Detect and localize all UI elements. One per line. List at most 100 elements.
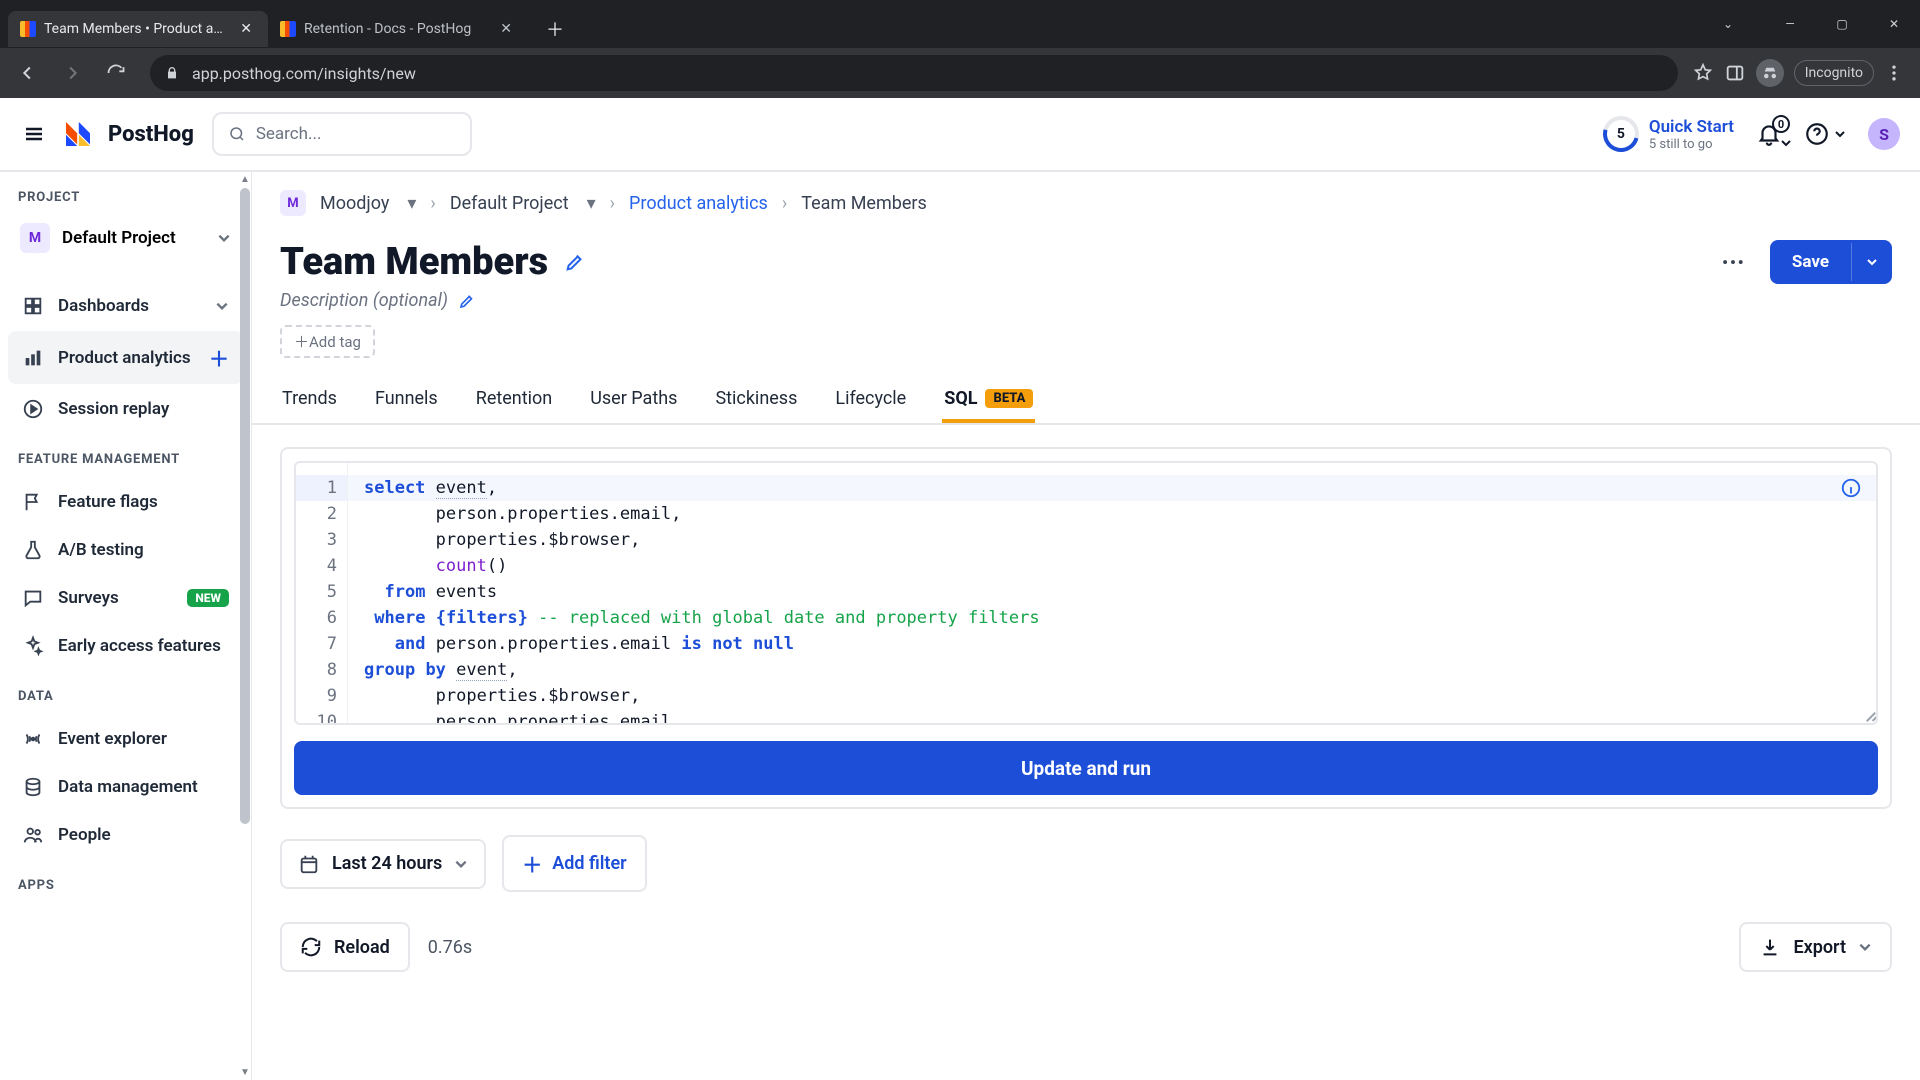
browser-toolbar: app.posthog.com/insights/new Incognito	[0, 48, 1920, 98]
reload-button[interactable]	[96, 53, 136, 93]
add-filter-button[interactable]: ＋ Add filter	[502, 835, 646, 892]
nav-scrollbar[interactable]: ▲ ▼	[239, 172, 251, 1080]
project-selector[interactable]: M Default Project	[10, 215, 241, 261]
nav-label: Surveys	[58, 588, 119, 608]
tab-label: Stickiness	[715, 388, 797, 409]
nav-event-explorer[interactable]: Event explorer	[8, 716, 243, 762]
breadcrumb-project[interactable]: Default Project	[450, 193, 569, 214]
edit-title-icon[interactable]	[564, 251, 586, 273]
posthog-logo[interactable]: PostHog	[66, 121, 194, 147]
nav-early-access[interactable]: Early access features	[8, 623, 243, 669]
close-icon[interactable]: ✕	[236, 21, 256, 37]
tab-label: Funnels	[375, 388, 438, 409]
search-icon	[228, 125, 246, 143]
minimize-icon[interactable]: —	[1764, 4, 1816, 44]
save-dropdown-icon[interactable]	[1851, 243, 1892, 281]
panel-icon[interactable]	[1724, 62, 1746, 84]
tab-funnels[interactable]: Funnels	[373, 376, 440, 423]
browser-tab-1[interactable]: Retention - Docs - PostHog ✕	[268, 11, 528, 47]
export-label: Export	[1793, 937, 1846, 958]
main-content: M Moodjoy ▾ › Default Project ▾ › Produc…	[252, 172, 1920, 1080]
incognito-pill[interactable]: Incognito	[1794, 60, 1874, 86]
new-badge: NEW	[187, 589, 229, 607]
close-window-icon[interactable]: ✕	[1868, 4, 1920, 44]
save-button[interactable]: Save	[1770, 240, 1892, 284]
nav-label: A/B testing	[58, 540, 144, 560]
info-icon[interactable]	[1840, 477, 1862, 499]
date-range-picker[interactable]: Last 24 hours	[280, 839, 486, 889]
nav-ab-testing[interactable]: A/B testing	[8, 527, 243, 573]
flag-icon	[22, 491, 44, 513]
tab-label: SQL	[944, 388, 977, 409]
nav-data-management[interactable]: Data management	[8, 764, 243, 810]
code-body[interactable]: select event, person.properties.email, p…	[348, 463, 1876, 723]
more-actions-button[interactable]: •••	[1714, 243, 1754, 281]
tab-label: User Paths	[590, 388, 677, 409]
breadcrumb: M Moodjoy ▾ › Default Project ▾ › Produc…	[252, 172, 1920, 234]
maximize-icon[interactable]: ▢	[1816, 4, 1868, 44]
tab-lifecycle[interactable]: Lifecycle	[833, 376, 908, 423]
nav-feature-flags[interactable]: Feature flags	[8, 479, 243, 525]
breadcrumb-org[interactable]: Moodjoy	[320, 193, 389, 214]
notifications-button[interactable]: 0	[1756, 121, 1782, 147]
new-tab-button[interactable]: ＋	[536, 10, 574, 48]
url-text: app.posthog.com/insights/new	[192, 64, 416, 83]
chevron-down-icon	[1780, 137, 1792, 149]
chevron-down-icon[interactable]: ▾	[587, 193, 596, 214]
nav-product-analytics[interactable]: Product analytics ＋	[8, 331, 243, 384]
nav-label: Product analytics	[58, 348, 191, 368]
browser-tab-0[interactable]: Team Members • Product analyt ✕	[8, 11, 268, 47]
project-name: Default Project	[62, 228, 176, 248]
nav-surveys[interactable]: Surveys NEW	[8, 575, 243, 621]
breadcrumb-area[interactable]: Product analytics	[629, 193, 768, 214]
window-controls: ⌄ — ▢ ✕	[1702, 0, 1920, 48]
update-and-run-button[interactable]: Update and run	[294, 741, 1878, 795]
chevron-down-icon[interactable]: ▾	[407, 193, 416, 214]
nav-people[interactable]: People	[8, 812, 243, 858]
chevron-right-icon: ›	[782, 193, 787, 214]
close-icon[interactable]: ✕	[496, 21, 516, 37]
add-tag-button[interactable]: ＋Add tag	[280, 325, 375, 358]
sparkle-icon	[22, 635, 44, 657]
search-placeholder: Search...	[256, 124, 322, 144]
nav-dashboards[interactable]: Dashboards	[8, 283, 243, 329]
nav-label: Feature flags	[58, 492, 158, 512]
app-header: PostHog Search... 5 Quick Start 5 still …	[0, 98, 1920, 172]
sql-editor-card: 1234567891011 select event, person.prope…	[280, 447, 1892, 809]
export-button[interactable]: Export	[1739, 922, 1892, 972]
tab-user-paths[interactable]: User Paths	[588, 376, 679, 423]
browser-tabstrip: Team Members • Product analyt ✕ Retentio…	[0, 0, 1920, 48]
reload-query-button[interactable]: Reload	[280, 922, 410, 972]
tab-retention[interactable]: Retention	[474, 376, 554, 423]
sql-editor[interactable]: 1234567891011 select event, person.prope…	[294, 461, 1878, 725]
tab-stickiness[interactable]: Stickiness	[713, 376, 799, 423]
section-apps-label: APPS	[0, 860, 251, 903]
menu-toggle-icon[interactable]	[20, 120, 48, 148]
description-placeholder[interactable]: Description (optional)	[280, 290, 448, 311]
tab-sql[interactable]: SQL BETA	[942, 376, 1035, 423]
chevron-down-icon	[217, 231, 231, 245]
nav-session-replay[interactable]: Session replay	[8, 386, 243, 432]
section-feature-label: FEATURE MANAGEMENT	[0, 434, 251, 477]
help-button[interactable]	[1804, 121, 1846, 147]
section-project-label: PROJECT	[0, 172, 251, 215]
incognito-icon[interactable]	[1756, 59, 1784, 87]
quickstart-progress-ring: 5	[1603, 116, 1639, 152]
address-bar[interactable]: app.posthog.com/insights/new	[150, 55, 1678, 91]
scroll-up-icon: ▲	[240, 174, 250, 185]
global-search[interactable]: Search...	[212, 112, 472, 156]
add-insight-icon[interactable]: ＋	[209, 343, 229, 372]
kebab-menu-icon[interactable]	[1884, 63, 1904, 83]
edit-description-icon[interactable]	[458, 292, 476, 310]
resize-handle-icon[interactable]	[1862, 709, 1874, 721]
bookmark-icon[interactable]	[1692, 62, 1714, 84]
scrollbar-thumb[interactable]	[240, 188, 250, 824]
forward-button[interactable]	[52, 53, 92, 93]
chevron-down-icon[interactable]: ⌄	[1702, 4, 1754, 44]
quickstart-count: 5	[1617, 126, 1625, 142]
back-button[interactable]	[8, 53, 48, 93]
tab-trends[interactable]: Trends	[280, 376, 339, 423]
user-avatar[interactable]: S	[1868, 118, 1900, 150]
download-icon	[1759, 936, 1781, 958]
quickstart-widget[interactable]: 5 Quick Start 5 still to go	[1603, 116, 1734, 152]
